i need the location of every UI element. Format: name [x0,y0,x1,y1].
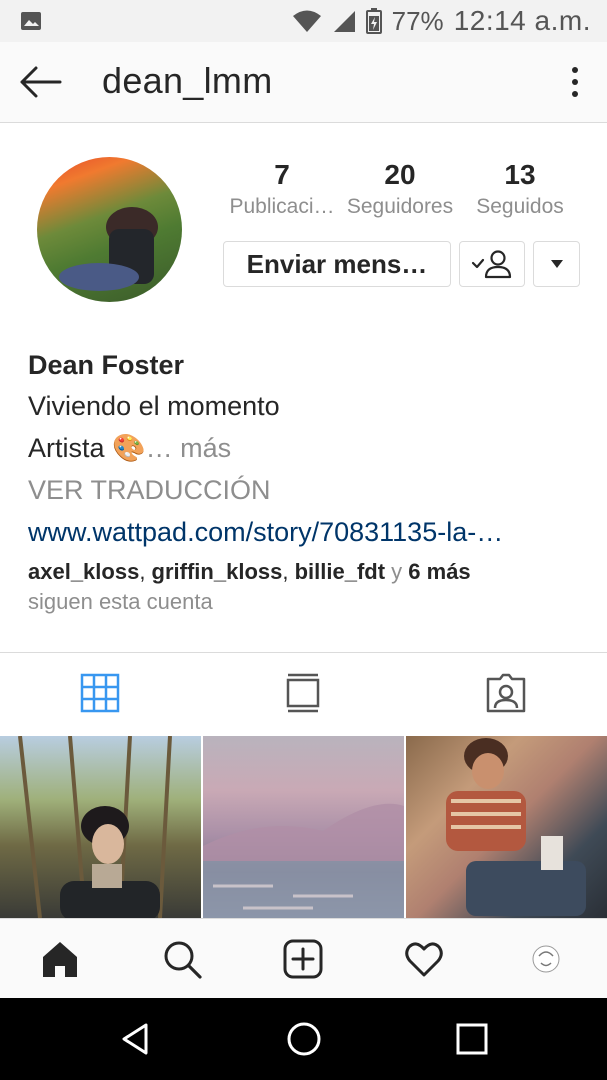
followed-by-caption: siguen esta cuenta [28,589,213,614]
system-navigation-bar [0,998,607,1080]
profile-stats: 7 Publicaci… 20 Seguidores 13 Seguidos [222,158,582,228]
stat-following-value: 13 [504,159,536,190]
profile-tabs [0,652,607,735]
send-message-button[interactable]: Enviar mens… [223,241,451,287]
bottom-navigation [0,918,607,999]
heart-icon[interactable] [404,939,444,979]
grid-icon[interactable] [80,673,120,713]
following-check-icon [471,250,512,279]
bio-line-1: Viviendo el momento [28,391,280,421]
bio-line-2-text: Artista 🎨 [28,433,146,463]
profile-avatar[interactable] [37,157,182,302]
followed-more[interactable]: 6 más [408,559,470,584]
profile-bio: Dean Foster Viviendo el momento Artista … [28,345,588,617]
battery-percent: 77% [391,5,444,36]
posts-grid [0,736,607,918]
followed-conj: y [385,559,409,584]
post-thumbnail[interactable] [406,736,607,918]
stat-followers-value: 20 [384,159,416,190]
follower-3[interactable]: billie_fdt [295,559,385,584]
follower-2[interactable]: griffin_kloss [152,559,283,584]
follower-1[interactable]: axel_kloss [28,559,139,584]
home-circle-icon[interactable] [284,1019,324,1059]
avatar-photo [59,207,158,291]
add-post-icon[interactable] [283,939,323,979]
clock: 12:14 a.m. [453,5,591,36]
post-thumbnail[interactable] [203,736,404,918]
bio-line-2: Artista 🎨… más [28,427,588,469]
post-photo-2 [203,803,404,918]
back-triangle-icon[interactable] [116,1019,156,1059]
search-icon[interactable] [162,939,202,979]
stat-posts-label: Publicaci… [229,195,335,218]
post-photo-1 [18,736,172,918]
post-photo-3 [446,738,586,916]
stat-followers-label: Seguidores [346,195,454,218]
suggestions-dropdown-button[interactable] [533,241,580,287]
bio-more-link[interactable]: … más [146,433,232,463]
followed-sep-1: , [139,559,152,584]
wifi-icon [292,10,321,32]
header-username: dean_lmm [102,60,273,101]
arrow-left-icon[interactable] [18,64,62,100]
following-button[interactable] [459,241,525,287]
profile-website-link[interactable]: www.wattpad.com/story/70831135-la-… [28,511,588,553]
stat-posts[interactable]: 7 Publicaci… [222,158,342,222]
feed-icon[interactable] [283,673,323,713]
battery-icon [365,8,382,34]
recents-square-icon[interactable] [452,1019,492,1059]
status-bar: 77% 12:14 a.m. [0,0,607,42]
stat-posts-value: 7 [274,159,290,190]
post-thumbnail[interactable] [0,736,201,918]
followed-sep-2: , [282,559,295,584]
profile-full-name: Dean Foster [28,350,185,380]
image-icon [21,12,41,30]
profile-avatar-icon[interactable] [526,939,566,979]
see-translation-link[interactable]: VER TRADUCCIÓN [28,469,588,511]
caret-down-icon [550,260,563,268]
more-vert-icon[interactable] [563,64,587,100]
stat-followers[interactable]: 20 Seguidores [340,158,460,222]
home-icon[interactable] [40,939,80,979]
stat-following[interactable]: 13 Seguidos [460,158,580,222]
tagged-icon[interactable] [486,673,526,713]
profile-header: dean_lmm [0,42,607,123]
stat-following-label: Seguidos [476,195,564,218]
signal-icon [333,11,355,32]
followed-by[interactable]: axel_kloss, griffin_kloss, billie_fdt y … [28,557,588,617]
